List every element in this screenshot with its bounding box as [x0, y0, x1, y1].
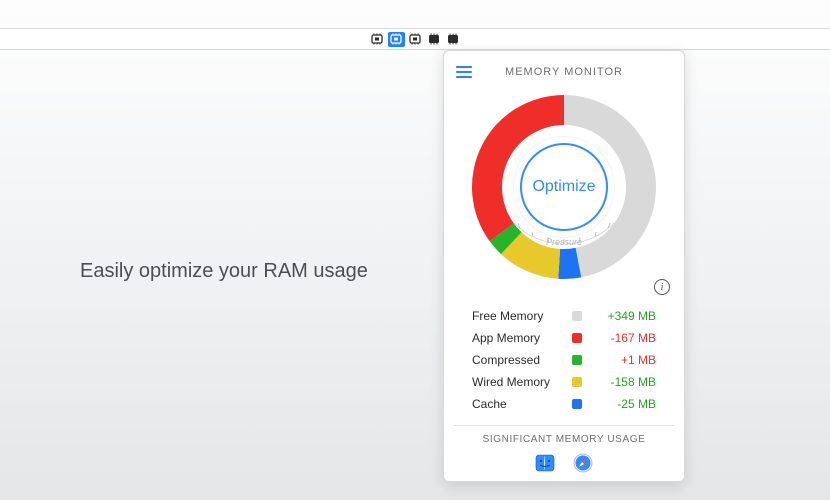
stat-label: Wired Memory: [472, 375, 560, 389]
significant-usage-title: SIGNIFICANT MEMORY USAGE: [454, 425, 674, 445]
memory-donut-chart: Optimize Pressure i: [454, 87, 674, 287]
pressure-label: Pressure: [524, 237, 604, 247]
stat-swatch: [572, 399, 582, 409]
stat-swatch: [572, 355, 582, 365]
marketing-tagline: Easily optimize your RAM usage: [80, 260, 368, 283]
stat-row: Compressed +1 MB: [472, 349, 656, 371]
stat-label: Cache: [472, 397, 560, 411]
optimize-button[interactable]: Optimize: [520, 143, 608, 231]
stat-swatch: [572, 311, 582, 321]
menubar: [0, 28, 830, 50]
stat-row: Free Memory +349 MB: [472, 305, 656, 327]
stat-row: Wired Memory -158 MB: [472, 371, 656, 393]
memory-monitor-panel: MEMORY MONITOR Optimize Pressure i Free …: [443, 50, 685, 482]
significant-usage-apps: [454, 453, 674, 473]
stat-value: +349 MB: [594, 309, 656, 323]
stat-row: Cache -25 MB: [472, 393, 656, 415]
chip-icon-1[interactable]: [369, 32, 386, 47]
menu-icon[interactable]: [456, 63, 472, 81]
info-icon[interactable]: i: [654, 279, 670, 295]
chip-icon-3[interactable]: [407, 32, 424, 47]
stat-swatch: [572, 333, 582, 343]
chip-icon-2-selected[interactable]: [388, 32, 405, 47]
memory-stats-list: Free Memory +349 MB App Memory -167 MB Compr…: [454, 305, 674, 415]
finder-icon[interactable]: [535, 453, 555, 473]
stat-value: -25 MB: [594, 397, 656, 411]
stat-swatch: [572, 377, 582, 387]
stat-label: App Memory: [472, 331, 560, 345]
chip-icon-4[interactable]: [426, 32, 443, 47]
stat-label: Compressed: [472, 353, 560, 367]
panel-header: MEMORY MONITOR: [454, 61, 674, 83]
panel-title: MEMORY MONITOR: [505, 66, 623, 78]
menubar-icons: [369, 32, 462, 47]
stat-row: App Memory -167 MB: [472, 327, 656, 349]
stat-value: -158 MB: [594, 375, 656, 389]
stat-label: Free Memory: [472, 309, 560, 323]
chip-icon-5[interactable]: [445, 32, 462, 47]
stat-value: +1 MB: [594, 353, 656, 367]
safari-icon[interactable]: [573, 453, 593, 473]
stat-value: -167 MB: [594, 331, 656, 345]
